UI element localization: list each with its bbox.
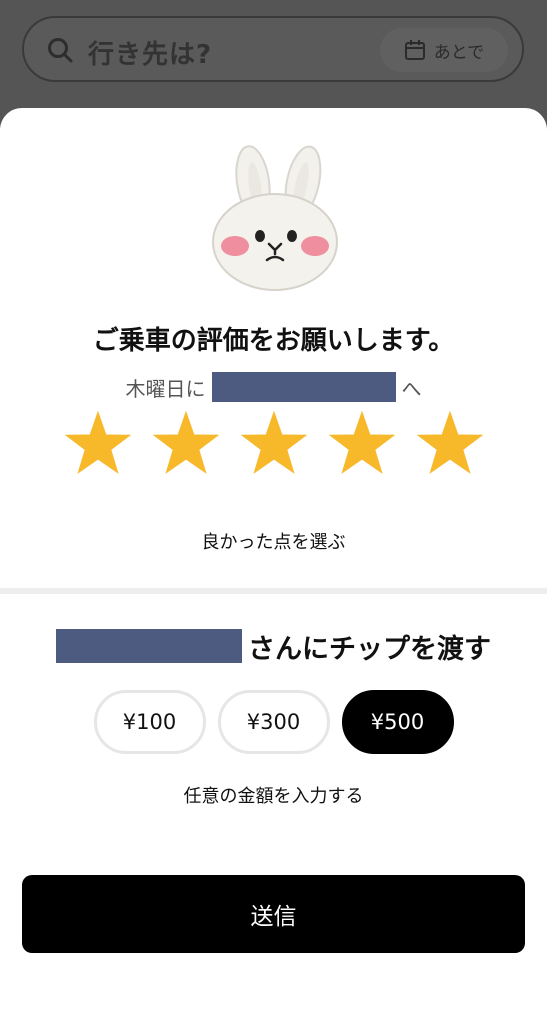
star-icon[interactable] <box>151 408 221 478</box>
ride-subtitle: 木曜日に へ <box>0 370 547 404</box>
star-icon[interactable] <box>327 408 397 478</box>
later-label: あとで <box>433 42 485 63</box>
subtitle-suffix: へ <box>401 376 422 401</box>
redacted-destination <box>211 372 396 402</box>
tip-options: ¥100 ¥300 ¥500 <box>0 690 547 754</box>
calendar-icon <box>404 40 425 60</box>
tip-title: さんにチップを渡す <box>0 626 547 666</box>
custom-amount-link[interactable]: 任意の金額を入力する <box>0 782 547 808</box>
tip-option-500[interactable]: ¥500 <box>341 690 454 754</box>
section-divider <box>0 588 547 594</box>
star-icon[interactable] <box>63 408 133 478</box>
star-icon[interactable] <box>415 408 485 478</box>
bunny-avatar <box>212 145 338 291</box>
rating-title: ご乗車の評価をお願いします。 <box>92 326 455 356</box>
star-rating <box>0 408 547 478</box>
search-input[interactable]: 行き先は? <box>88 34 212 71</box>
subtitle-prefix: 木曜日に <box>125 376 206 401</box>
search-icon <box>48 38 73 63</box>
submit-button[interactable]: 送信 <box>22 875 525 953</box>
tip-option-100[interactable]: ¥100 <box>93 690 206 754</box>
search-bar[interactable]: 行き先は? あとで <box>22 16 524 82</box>
schedule-later-button[interactable]: あとで <box>380 28 508 72</box>
tip-option-300[interactable]: ¥300 <box>217 690 330 754</box>
redacted-driver-name <box>56 629 242 663</box>
star-icon[interactable] <box>239 408 309 478</box>
select-good-points-link[interactable]: 良かった点を選ぶ <box>0 528 547 554</box>
rating-sheet: ご乗車の評価をお願いします。 木曜日に へ 良かった点を選ぶ さんにチップを渡す… <box>0 108 547 1024</box>
tip-title-text: さんにチップを渡す <box>248 633 491 665</box>
